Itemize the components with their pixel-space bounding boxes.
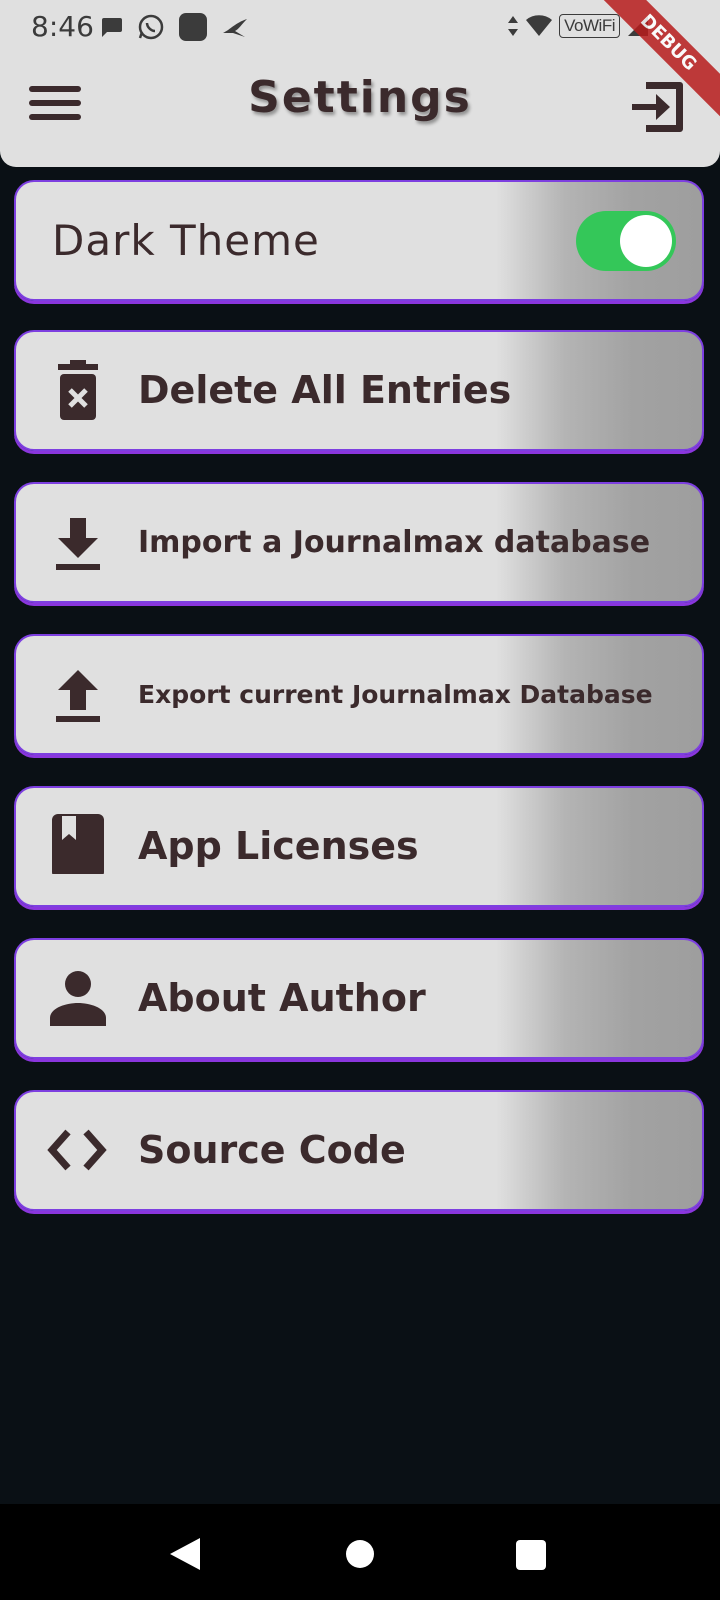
source-code-label: Source Code bbox=[138, 1128, 406, 1172]
bird-icon bbox=[223, 19, 247, 37]
delete-all-entries-button[interactable]: Delete All Entries bbox=[14, 330, 704, 451]
upload-icon bbox=[56, 670, 100, 722]
toggle-knob bbox=[620, 215, 672, 267]
back-icon[interactable] bbox=[168, 1536, 202, 1572]
whatsapp-icon bbox=[138, 14, 164, 40]
download-icon bbox=[56, 518, 100, 570]
source-code-button[interactable]: Source Code bbox=[14, 1090, 704, 1211]
app-notification-icon bbox=[179, 13, 207, 41]
app-licenses-button[interactable]: App Licenses bbox=[14, 786, 704, 907]
wifi-icon bbox=[526, 15, 553, 36]
message-icon bbox=[102, 18, 122, 37]
logout-icon[interactable] bbox=[628, 78, 686, 136]
about-author-label: About Author bbox=[138, 976, 426, 1020]
import-database-button[interactable]: Import a Journalmax database bbox=[14, 482, 704, 603]
dark-theme-toggle[interactable] bbox=[576, 211, 676, 271]
dark-theme-card[interactable]: Dark Theme bbox=[14, 180, 704, 301]
dark-theme-label: Dark Theme bbox=[52, 216, 320, 265]
data-arrows-icon bbox=[508, 16, 519, 36]
book-icon bbox=[52, 814, 104, 874]
import-database-label: Import a Journalmax database bbox=[138, 525, 651, 560]
status-time: 8:46 bbox=[31, 10, 94, 43]
notification-icons bbox=[98, 12, 251, 42]
home-icon[interactable] bbox=[346, 1540, 374, 1568]
app-bar: 8:46 VoWiFi DEBUG Settings bbox=[0, 0, 720, 167]
export-database-label: Export current Journalmax Database bbox=[138, 680, 653, 709]
export-database-button[interactable]: Export current Journalmax Database bbox=[14, 634, 704, 755]
recents-icon[interactable] bbox=[516, 1540, 546, 1570]
about-author-button[interactable]: About Author bbox=[14, 938, 704, 1059]
vowifi-label: VoWiFi bbox=[559, 14, 620, 38]
app-licenses-label: App Licenses bbox=[138, 824, 419, 868]
system-nav-bar bbox=[0, 1504, 720, 1600]
code-icon bbox=[47, 1129, 107, 1171]
page-title: Settings bbox=[248, 72, 472, 123]
person-icon bbox=[50, 971, 106, 1026]
delete-all-entries-label: Delete All Entries bbox=[138, 368, 512, 412]
delete-forever-icon bbox=[58, 360, 98, 420]
